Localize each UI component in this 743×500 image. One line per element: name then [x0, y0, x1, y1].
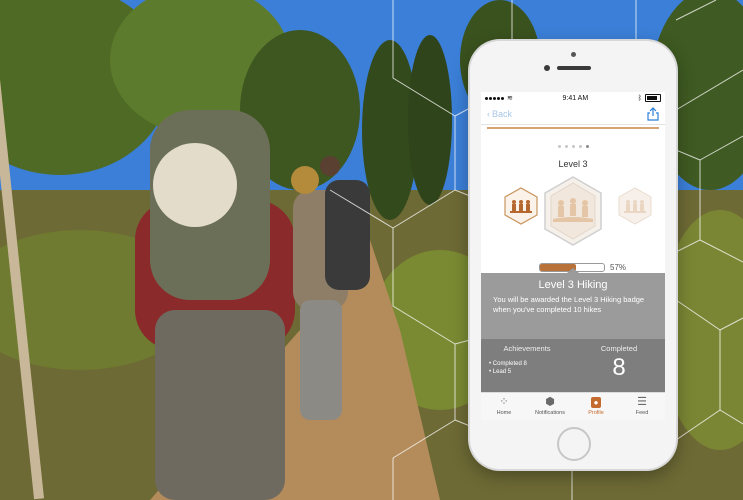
achievement-item: • Completed 8	[489, 361, 527, 367]
front-camera	[571, 52, 576, 57]
tab-profile[interactable]: ● Profile	[573, 393, 619, 420]
battery-icon	[644, 94, 661, 102]
tab-notifications[interactable]: ⬢ Notifications	[527, 393, 573, 420]
accent-divider	[487, 127, 659, 129]
next-badge[interactable]	[618, 187, 652, 225]
home-button[interactable]	[557, 427, 591, 461]
completed-header: Completed	[600, 344, 638, 353]
wifi-icon: ≋	[507, 95, 513, 102]
achievements-header: Achievements	[503, 344, 551, 353]
tab-label: Notifications	[535, 410, 565, 416]
badge-carousel[interactable]	[481, 169, 665, 261]
achievement-item: • Lead 5	[489, 369, 512, 375]
tab-label: Feed	[635, 410, 649, 416]
completed-count: 8	[612, 354, 626, 381]
home-icon: ⁘	[499, 396, 509, 408]
bluetooth-icon: ᛒ	[637, 94, 642, 102]
signal-icon	[485, 95, 505, 102]
achievements-column: Achievements • Completed 8 • Lead 5	[481, 339, 573, 393]
earpiece-speaker	[557, 66, 591, 70]
completed-column: Completed 8	[573, 339, 665, 393]
tab-feed[interactable]: ☰ Feed	[619, 393, 665, 420]
app-screen: ≋ 9:41 AM ᛒ ‹ Back Level 3 57% Level 3 H…	[481, 92, 665, 420]
back-label: Back	[492, 109, 513, 119]
current-badge[interactable]	[544, 176, 602, 246]
chevron-left-icon: ‹	[487, 109, 490, 119]
camera-dot	[544, 65, 550, 71]
tab-bar: ⁘ Home ⬢ Notifications ● Profile ☰ Feed	[481, 392, 665, 420]
page-indicator[interactable]	[481, 135, 665, 153]
status-bar: ≋ 9:41 AM ᛒ	[481, 92, 665, 104]
badge-description: You will be awarded the Level 3 Hiking b…	[493, 295, 645, 314]
back-button[interactable]: ‹ Back	[487, 109, 512, 119]
feed-icon: ☰	[637, 396, 647, 408]
share-icon[interactable]	[647, 107, 659, 121]
progress-percent: 57%	[610, 263, 627, 272]
panel-pointer	[567, 268, 579, 273]
status-time: 9:41 AM	[562, 94, 589, 102]
tab-home[interactable]: ⁘ Home	[481, 393, 527, 420]
tab-label: Home	[496, 410, 512, 416]
tab-label: Profile	[588, 410, 604, 416]
profile-icon: ●	[591, 397, 601, 408]
nav-bar: ‹ Back	[481, 104, 665, 125]
badge-title: Level 3 Hiking	[538, 279, 608, 291]
phone-mockup: ≋ 9:41 AM ᛒ ‹ Back Level 3 57% Level 3 H…	[470, 41, 676, 469]
badge-details-panel: Level 3 Hiking You will be awarded the L…	[481, 268, 665, 393]
level-title: Level 3	[558, 159, 588, 169]
notifications-icon: ⬢	[545, 396, 555, 408]
previous-badge[interactable]	[504, 187, 538, 225]
